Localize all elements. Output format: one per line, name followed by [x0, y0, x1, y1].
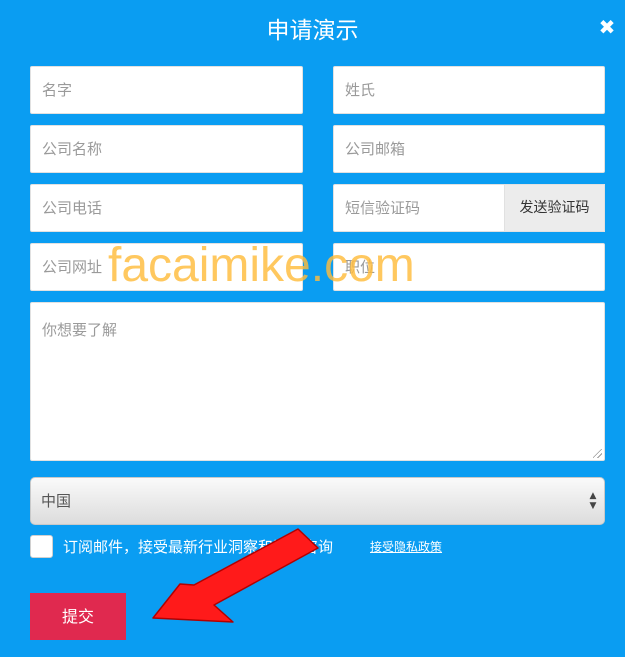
company-phone-field[interactable]: 公司电话 — [30, 184, 303, 232]
sms-code-placeholder: 短信验证码 — [345, 199, 421, 217]
job-title-field[interactable]: 职位 — [333, 243, 605, 291]
request-demo-dialog: 申请演示 ✖ 名字 姓氏 公司名称 公司邮箱 公司电话 短信验证码 发送验证码 … — [0, 0, 625, 657]
close-icon[interactable]: ✖ — [596, 14, 618, 40]
message-textarea[interactable]: 你想要了解 — [30, 302, 605, 461]
country-select[interactable]: 中国 ▲ ▼ — [30, 477, 605, 525]
company-website-field[interactable]: 公司网址 — [30, 243, 303, 291]
company-phone-placeholder: 公司电话 — [42, 199, 103, 217]
company-email-field[interactable]: 公司邮箱 — [333, 125, 605, 173]
send-code-button[interactable]: 发送验证码 — [504, 184, 605, 232]
first-name-field[interactable]: 名字 — [30, 66, 303, 114]
company-email-placeholder: 公司邮箱 — [345, 140, 406, 158]
select-arrows-icon: ▲ ▼ — [589, 491, 597, 511]
message-placeholder: 你想要了解 — [42, 321, 118, 339]
first-name-placeholder: 名字 — [42, 81, 73, 99]
submit-button[interactable]: 提交 — [30, 593, 126, 640]
resize-handle-icon[interactable] — [593, 449, 602, 458]
company-name-placeholder: 公司名称 — [42, 140, 103, 158]
last-name-field[interactable]: 姓氏 — [333, 66, 605, 114]
privacy-policy-link[interactable]: 接受隐私政策 — [370, 537, 442, 557]
job-title-placeholder: 职位 — [345, 258, 376, 276]
subscribe-label: 订阅邮件，接受最新行业洞察和活动咨询 — [63, 538, 334, 556]
sms-code-field[interactable]: 短信验证码 发送验证码 — [333, 184, 605, 232]
company-website-placeholder: 公司网址 — [42, 258, 103, 276]
company-name-field[interactable]: 公司名称 — [30, 125, 303, 173]
dialog-title: 申请演示 — [266, 18, 359, 44]
last-name-placeholder: 姓氏 — [345, 81, 376, 99]
country-selected-value: 中国 — [41, 492, 72, 510]
subscribe-checkbox[interactable] — [30, 535, 53, 558]
